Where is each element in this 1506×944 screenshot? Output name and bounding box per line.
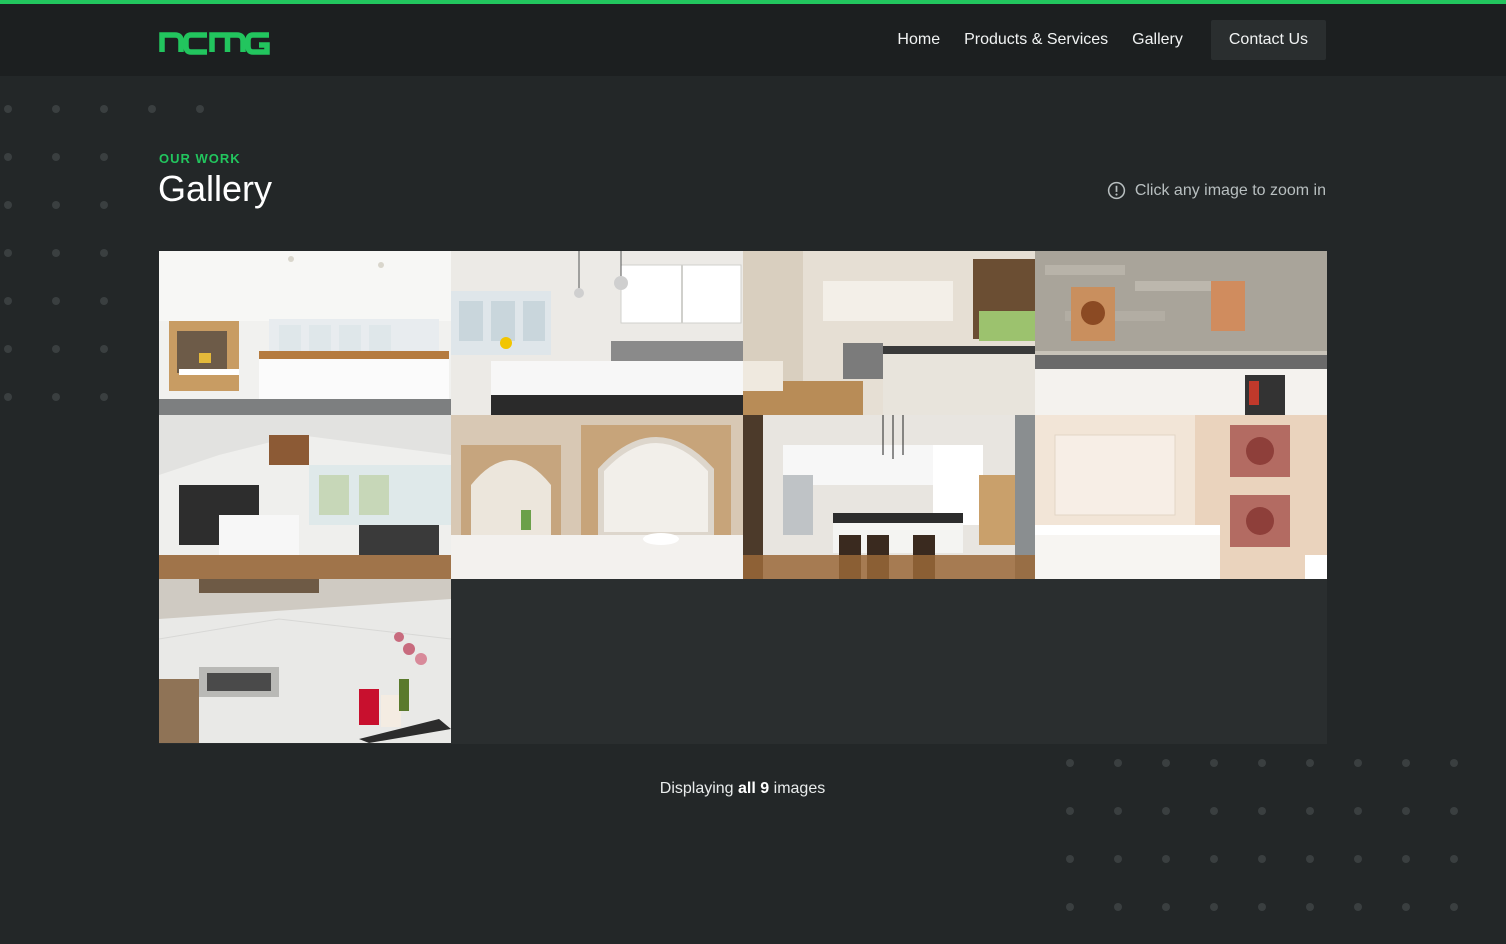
decorative-dot-pattern-right — [1066, 759, 1458, 911]
image-count: 9 — [760, 780, 770, 797]
count-suffix: images — [769, 780, 826, 797]
nav-products-services[interactable]: Products & Services — [964, 20, 1108, 60]
nav-home[interactable]: Home — [897, 20, 940, 60]
gallery-image-3[interactable] — [743, 251, 1035, 415]
info-circle-icon — [1107, 181, 1125, 200]
gallery-image-4[interactable] — [1035, 251, 1327, 415]
gallery-image-8[interactable] — [1035, 415, 1327, 579]
count-all-word: all — [738, 780, 756, 797]
ncmg-logo[interactable] — [159, 26, 273, 56]
image-count-note: Displaying all 9 images — [0, 780, 1485, 798]
gallery-image-7[interactable] — [743, 415, 1035, 579]
count-prefix: Displaying — [659, 780, 739, 797]
contact-us-button[interactable]: Contact Us — [1210, 20, 1326, 60]
gallery-image-9[interactable] — [159, 579, 451, 743]
page-title: Gallery — [158, 168, 273, 209]
main-nav: Home Products & Services Gallery Contact… — [873, 20, 1326, 60]
site-header: Home Products & Services Gallery Contact… — [0, 4, 1506, 76]
nav-gallery[interactable]: Gallery — [1132, 20, 1183, 60]
gallery-image-6[interactable] — [451, 415, 743, 579]
gallery-image-5[interactable] — [159, 415, 451, 579]
image-gallery — [159, 251, 1327, 744]
zoom-hint: Click any image to zoom in — [1107, 181, 1326, 200]
gallery-image-2[interactable] — [451, 251, 743, 415]
section-eyebrow: OUR WORK — [159, 151, 241, 166]
zoom-hint-text: Click any image to zoom in — [1134, 181, 1326, 199]
gallery-image-1[interactable] — [159, 251, 451, 415]
